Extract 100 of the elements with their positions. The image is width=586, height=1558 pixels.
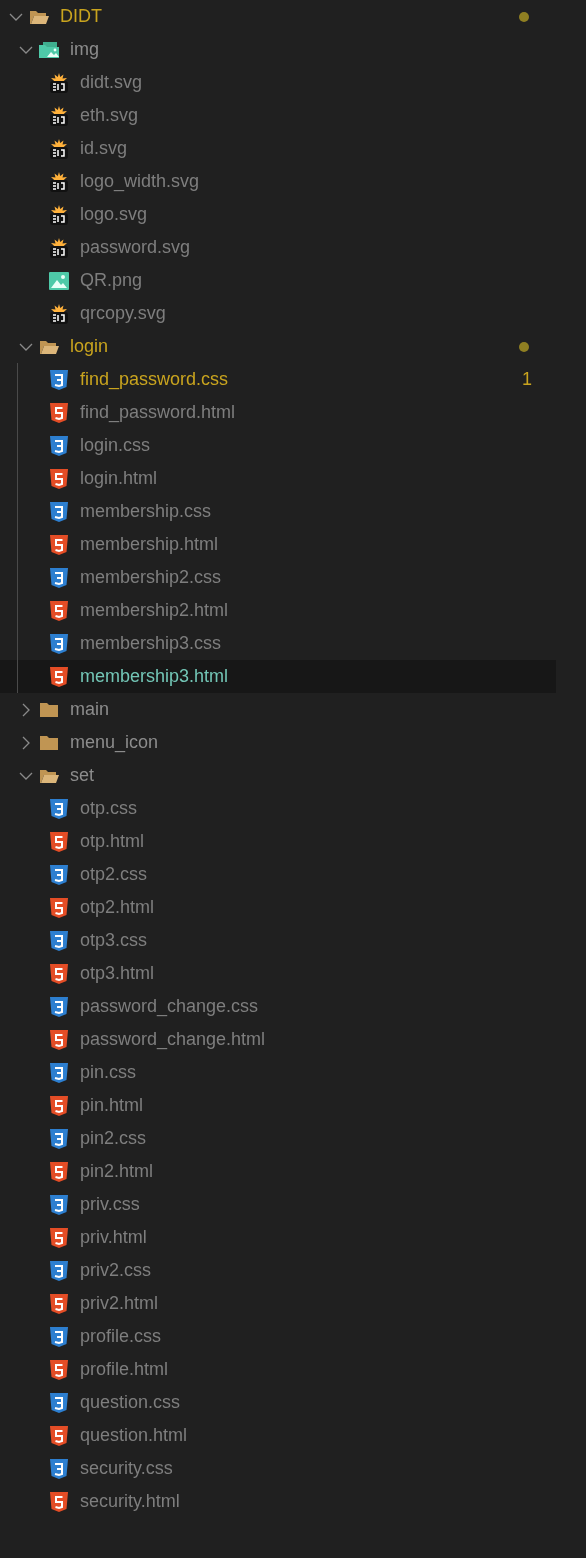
tree-item[interactable]: security.css [0,1452,556,1485]
shield-icon [50,435,68,456]
tree-item[interactable]: pin2.css [0,1122,556,1155]
tree-item[interactable]: question.css [0,1386,556,1419]
tree-item[interactable]: profile.html [0,1353,556,1386]
tree-item[interactable]: login.html [0,462,556,495]
chevron-down-icon [19,771,33,780]
shield-badge-icon [50,402,68,423]
star-badge-icon [49,204,69,225]
shield-icon [50,1458,68,1479]
chevron-down-icon [19,45,33,54]
tree-item[interactable]: id.svg [0,132,556,165]
tree-item[interactable]: otp2.css [0,858,556,891]
shield-badge-icon [50,600,68,621]
tree-item[interactable]: membership.css [0,495,556,528]
shield-badge-icon [50,1095,68,1116]
folder-icon [40,702,58,717]
tree-item[interactable]: otp.css [0,792,556,825]
shield-icon [50,1062,68,1083]
star-badge-icon [49,72,69,93]
image-folder-icon [38,40,60,59]
shield-badge-icon [50,1227,68,1248]
shield-icon [50,567,68,588]
tree-item[interactable]: membership3.html [0,660,556,693]
tree-item[interactable]: img [0,33,556,66]
shield-badge-icon [50,1161,68,1182]
tree-item[interactable]: profile.css [0,1320,556,1353]
shield-badge-icon [50,1491,68,1512]
chevron-down-icon [9,12,23,21]
tree-item[interactable]: priv.css [0,1188,556,1221]
tree-item[interactable]: membership2.html [0,594,556,627]
tree-item[interactable]: logo_width.svg [0,165,556,198]
star-badge-icon [49,138,69,159]
chevron-right-icon [22,735,30,750]
shield-badge-icon [50,1293,68,1314]
shield-icon [50,501,68,522]
tree-item[interactable]: main [0,693,556,726]
folder-open-icon [29,8,49,25]
star-badge-icon [49,171,69,192]
folder-icon [40,735,58,750]
shield-badge-icon [50,1029,68,1050]
shield-badge-icon [50,963,68,984]
tree-item[interactable]: membership2.css [0,561,556,594]
shield-icon [50,369,68,390]
tree-item[interactable]: login [0,330,556,363]
shield-icon [50,798,68,819]
shield-icon [50,633,68,654]
tree-item[interactable]: pin.css [0,1056,556,1089]
shield-icon [50,1194,68,1215]
shield-badge-icon [50,534,68,555]
star-badge-icon [49,105,69,126]
tree-item[interactable]: otp3.html [0,957,556,990]
tree-item[interactable]: login.css [0,429,556,462]
tree-item[interactable]: find_password.css 1 [0,363,556,396]
shield-icon [50,996,68,1017]
shield-badge-icon [50,1425,68,1446]
tree-item[interactable]: find_password.html [0,396,556,429]
tree-item[interactable]: password_change.css [0,990,556,1023]
problem-count: 1 [522,369,532,390]
shield-badge-icon [50,1359,68,1380]
tree-item[interactable]: logo.svg [0,198,556,231]
chevron-right-icon [22,702,30,717]
shield-icon [50,930,68,951]
shield-icon [50,1260,68,1281]
tree-item[interactable]: otp3.css [0,924,556,957]
tree-item[interactable]: pin.html [0,1089,556,1122]
shield-icon [50,1392,68,1413]
tree-item[interactable]: otp.html [0,825,556,858]
tree-item[interactable]: set [0,759,556,792]
tree-item[interactable]: priv2.html [0,1287,556,1320]
tree-item[interactable]: DIDT [0,0,556,33]
tree-item[interactable]: priv2.css [0,1254,556,1287]
tree-item[interactable]: password_change.html [0,1023,556,1056]
tree-item[interactable]: priv.html [0,1221,556,1254]
tree-item[interactable]: pin2.html [0,1155,556,1188]
shield-badge-icon [50,468,68,489]
shield-badge-icon [50,666,68,687]
shield-icon [50,1128,68,1149]
image-icon [49,271,69,290]
tree-item[interactable]: membership.html [0,528,556,561]
folder-open-icon [39,767,59,784]
modified-dot [519,341,529,352]
shield-icon [50,864,68,885]
modified-dot [519,11,529,22]
star-badge-icon [49,237,69,258]
tree-item[interactable]: question.html [0,1419,556,1452]
tree-item[interactable]: otp2.html [0,891,556,924]
tree-item[interactable]: menu_icon [0,726,556,759]
shield-icon [50,1326,68,1347]
star-badge-icon [49,303,69,324]
tree-item[interactable]: QR.png [0,264,556,297]
folder-open-icon [39,338,59,355]
chevron-down-icon [19,342,33,351]
shield-badge-icon [50,897,68,918]
tree-item[interactable]: eth.svg [0,99,556,132]
tree-item[interactable]: security.html [0,1485,556,1518]
tree-item[interactable]: password.svg [0,231,556,264]
shield-badge-icon [50,831,68,852]
tree-item[interactable]: qrcopy.svg [0,297,556,330]
tree-item[interactable]: didt.svg [0,66,556,99]
